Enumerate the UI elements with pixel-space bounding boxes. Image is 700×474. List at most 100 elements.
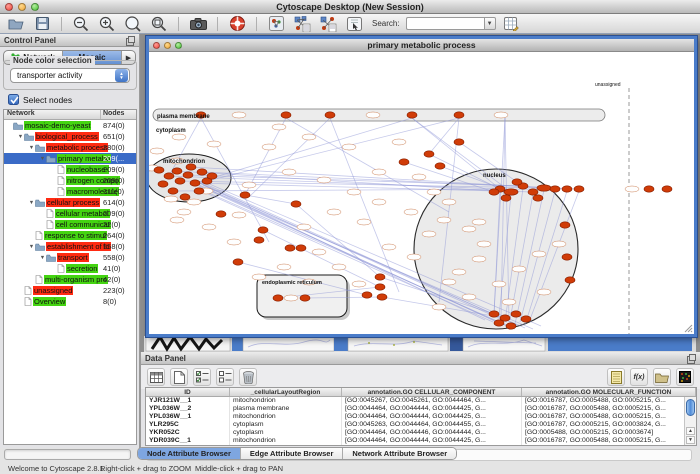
tree-row[interactable]: ▼metabolic process280(0) [4, 142, 136, 153]
tree-row[interactable]: ▼primary metabo209(... [4, 153, 136, 164]
table-cell[interactable]: [GO:0044464, GO:0044446, GO:0044444, G..… [342, 429, 522, 437]
network-edge[interactable] [207, 118, 459, 181]
network-node[interactable] [562, 254, 572, 260]
network-node[interactable] [240, 192, 250, 198]
network-node-label[interactable] [357, 219, 371, 225]
table-row[interactable]: YPL036W__1mitochondrion[GO:0044464, GO:0… [146, 413, 696, 421]
network-node-label[interactable] [537, 289, 551, 295]
tree-row[interactable]: Overview8(0) [4, 296, 136, 307]
table-cell[interactable]: YKR052C [146, 429, 230, 437]
table-cell[interactable]: YDR039C__1 [146, 437, 230, 445]
tree-row[interactable]: multi-organism pro42(0) [4, 274, 136, 285]
network-node[interactable] [377, 294, 387, 300]
network-node[interactable] [435, 163, 445, 169]
network-node[interactable] [168, 188, 178, 194]
network-node[interactable] [489, 311, 499, 317]
network-node-label[interactable] [317, 177, 331, 183]
network-node[interactable] [550, 186, 560, 192]
network-edge[interactable] [429, 118, 459, 154]
matrix-icon[interactable] [676, 368, 694, 386]
table-column-header[interactable]: annotation.GO CELLULAR_COMPONENT [342, 388, 522, 396]
table-row[interactable]: YJR121W__1mitochondrion[GO:0045267, GO:0… [146, 397, 696, 405]
tree-row[interactable]: mosaic-demo-yeast874(0) [4, 120, 136, 131]
tree-row[interactable]: cellular metabol209(0) [4, 208, 136, 219]
resize-grip-icon[interactable] [684, 324, 693, 333]
network-node-label[interactable] [442, 199, 456, 205]
network-node-label[interactable] [532, 251, 546, 257]
network-node[interactable] [560, 222, 570, 228]
network-node[interactable] [489, 189, 499, 195]
table-row[interactable]: YLR295Ccytoplasm[GO:0045263, GO:0044464,… [146, 421, 696, 429]
tree-col-network[interactable]: Network [4, 110, 101, 119]
network-node-label[interactable] [342, 144, 356, 150]
zoom-in-icon[interactable] [97, 15, 117, 32]
new-attribute-icon[interactable] [170, 368, 188, 386]
table-column-header[interactable]: ID [146, 388, 230, 396]
network-node[interactable] [154, 167, 164, 173]
table-cell[interactable]: YJR121W__1 [146, 397, 230, 405]
tab-edge-attribute-browser[interactable]: Edge Attribute Browser [241, 448, 343, 459]
network-node-label[interactable] [452, 269, 466, 275]
table-cell[interactable]: mitochondrion [230, 397, 342, 405]
network-node-label[interactable] [392, 139, 406, 145]
tree-header[interactable]: Network Nodes [4, 110, 136, 120]
network-node-label[interactable] [625, 186, 639, 192]
network-node-label[interactable] [297, 224, 311, 230]
network-node-label[interactable] [150, 148, 164, 154]
table-cell[interactable]: [GO:0016787, GO:0005488, GO:0005215, G..… [522, 413, 696, 421]
network-node[interactable] [273, 295, 283, 301]
table-row[interactable]: YDR039C__1mitochondrion[GO:0044464, GO:0… [146, 437, 696, 445]
network-node-label[interactable] [437, 217, 451, 223]
network-node-label[interactable] [412, 174, 426, 180]
network-node[interactable] [291, 201, 301, 207]
network-node[interactable] [158, 181, 168, 187]
network-node[interactable] [662, 186, 672, 192]
annotation-icon[interactable] [344, 15, 364, 32]
network-node-label[interactable] [284, 295, 298, 301]
tree-row[interactable]: secretion41(0) [4, 263, 136, 274]
network-node-label[interactable] [407, 254, 421, 260]
network-node[interactable] [565, 277, 575, 283]
network-node[interactable] [562, 186, 572, 192]
table-cell[interactable]: YPL036W__2 [146, 405, 230, 413]
network-node[interactable] [506, 323, 516, 329]
network-node-label[interactable] [442, 279, 456, 285]
select-attributes-icon[interactable] [193, 368, 211, 386]
network-window-titlebar[interactable]: primary metabolic process [149, 39, 694, 52]
zoom-out-icon[interactable] [71, 15, 91, 32]
network-node[interactable] [574, 186, 584, 192]
network-view-window[interactable]: primary metabolic process plasma membran… [146, 36, 697, 337]
table-cell[interactable]: cytoplasm [230, 421, 342, 429]
network-node-label[interactable] [207, 141, 221, 147]
network-node-label[interactable] [312, 249, 326, 255]
expand-arrow-icon[interactable]: ▼ [28, 244, 35, 250]
network-node-label[interactable] [232, 112, 246, 118]
network-node-label[interactable] [472, 219, 486, 225]
network-node[interactable] [511, 311, 521, 317]
table-column-header[interactable]: _cellularLayoutRegion [230, 388, 342, 396]
network-node[interactable] [454, 112, 464, 118]
table-cell[interactable]: [GO:0045267, GO:0045261, GO:0044464, G..… [342, 397, 522, 405]
table-cell[interactable]: [GO:0016787, GO:0005215, GO:0003824, G..… [522, 421, 696, 429]
network-node[interactable] [533, 195, 543, 201]
notepad-icon[interactable] [607, 368, 625, 386]
table-cell[interactable]: [GO:0016787, GO:0005488, GO:0005215, G..… [522, 405, 696, 413]
attribute-table-header[interactable]: ID_cellularLayoutRegionannotation.GO CEL… [146, 388, 696, 397]
network-node-label[interactable] [492, 281, 506, 287]
scroll-down-icon[interactable]: ▼ [686, 436, 695, 444]
network-node-label[interactable] [462, 226, 476, 232]
tree-row[interactable]: unassigned223(0) [4, 285, 136, 296]
scrollbar-thumb[interactable] [686, 399, 695, 416]
network-node[interactable] [375, 284, 385, 290]
network-node-label[interactable] [494, 112, 508, 118]
float-panel-icon[interactable] [687, 354, 696, 363]
expand-arrow-icon[interactable]: ▼ [39, 156, 46, 162]
tab-network-attribute-browser[interactable]: Network Attribute Browser [343, 448, 456, 459]
open-folder-icon[interactable] [6, 15, 26, 32]
table-row[interactable]: YPL036W__2plasma membrane[GO:0044464, GO… [146, 405, 696, 413]
table-cell[interactable]: cytoplasm [230, 429, 342, 437]
network-node-label[interactable] [170, 217, 184, 223]
function-builder-icon[interactable]: f(x) [630, 368, 648, 386]
network-node-label[interactable] [404, 209, 418, 215]
search-input[interactable] [406, 17, 484, 30]
